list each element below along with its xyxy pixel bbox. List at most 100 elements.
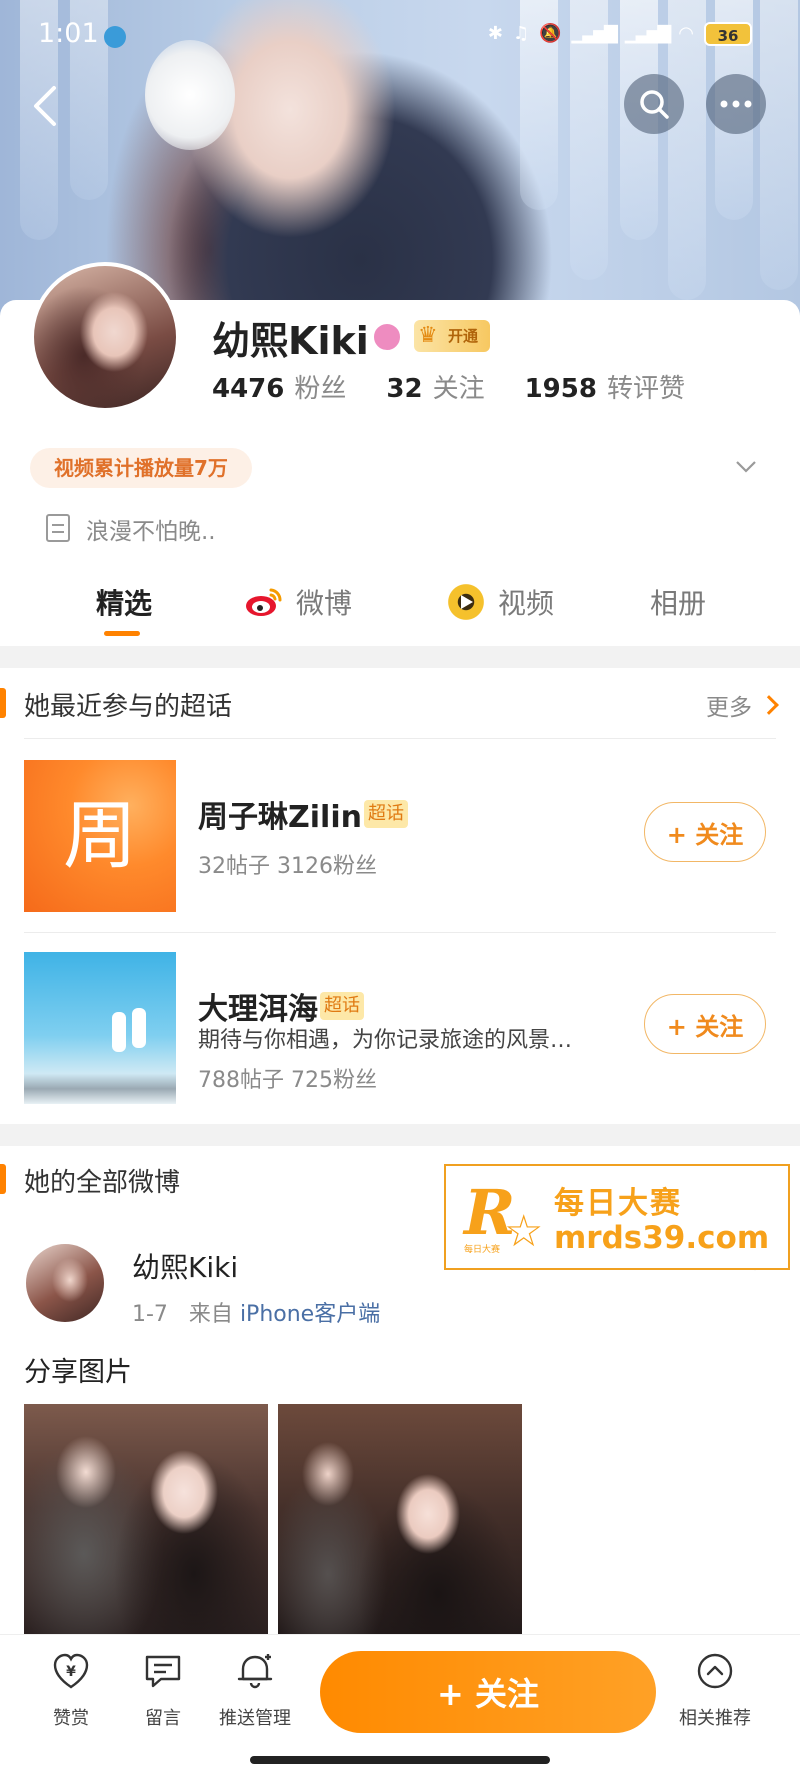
stat-num: 1958: [524, 374, 597, 404]
stat-label: 转评赞: [606, 374, 685, 404]
tab-label: 精选: [96, 587, 153, 620]
topic-thumbnail: 周: [24, 760, 176, 912]
more-dots-icon: [720, 100, 752, 108]
chevron-down-icon[interactable]: [734, 454, 758, 478]
reward-icon: ¥: [53, 1653, 89, 1689]
push-label: 推送管理: [219, 1708, 291, 1729]
vip-open-label: 开通: [448, 327, 479, 345]
earbuds-icon: ♫: [512, 23, 530, 44]
super-topics-header: 她最近参与的超话 更多: [0, 672, 800, 734]
post-text: 分享图片: [24, 1357, 132, 1388]
back-arrow-icon[interactable]: [28, 84, 64, 128]
message-button[interactable]: 留言: [118, 1651, 208, 1730]
telegram-icon: [104, 26, 126, 48]
section-title: 她最近参与的超话: [24, 692, 233, 722]
stat-label: 关注: [432, 374, 485, 404]
tab-label: 相册: [650, 587, 707, 620]
stat-following[interactable]: 32 关注: [386, 368, 484, 405]
chevron-right-icon: [759, 695, 779, 715]
post-author-avatar[interactable]: [26, 1244, 104, 1322]
tab-label: 微博: [296, 587, 353, 620]
watermark-logo: R ☆ 每日大赛 每日大赛 mrds39.com: [444, 1164, 790, 1270]
signal-icon: ▁▃▅▇: [571, 23, 618, 44]
divider-line: [24, 932, 776, 933]
section-divider: [0, 1124, 800, 1146]
watermark-title: 每日大赛: [554, 1186, 682, 1221]
super-topic-tag: 超话: [320, 992, 364, 1020]
mute-icon: 🔕: [539, 23, 562, 44]
play-count-tag[interactable]: 视频累计播放量7万: [30, 448, 252, 488]
crown-icon: ♛: [418, 323, 438, 348]
tab-featured[interactable]: 精选: [96, 582, 152, 622]
post-from-label: 来自: [188, 1302, 233, 1327]
thumbnail-figure: [132, 1008, 146, 1048]
profile-stats: 4476 粉丝 32 关注 1958 转评赞: [212, 368, 685, 405]
search-icon: [640, 90, 669, 119]
tab-active-indicator: [104, 631, 140, 636]
signal2-icon: ▁▃▅▇: [624, 23, 671, 44]
divider-line: [24, 738, 776, 739]
more-button[interactable]: [706, 74, 766, 134]
profile-tabs: 精选 微博 视频 相册: [0, 572, 800, 644]
avatar[interactable]: [30, 262, 180, 412]
super-topic-item[interactable]: 大理洱海 超话 期待与你相遇，为你记录旅途的风景… 788帖子 725粉丝 + 关…: [0, 952, 800, 1104]
stat-num: 4476: [212, 374, 285, 404]
push-settings-button[interactable]: 推送管理: [210, 1651, 300, 1730]
stat-num: 32: [386, 374, 423, 404]
status-bar: 1:01 ✱ ♫ 🔕 ▁▃▅▇ ▁▃▅▇ ◠ 36: [0, 0, 800, 72]
tab-album[interactable]: 相册: [650, 582, 706, 622]
more-link[interactable]: 更多: [706, 688, 779, 722]
vip-badge-icon[interactable]: [372, 322, 402, 352]
search-button[interactable]: [624, 74, 684, 134]
topic-name-row: 周子琳Zilin 超话: [198, 792, 408, 836]
section-accent-bar: [0, 688, 6, 718]
post-source[interactable]: iPhone客户端: [240, 1302, 380, 1327]
super-topic-tag: 超话: [363, 800, 408, 828]
watermark-url: mrds39.com: [554, 1220, 770, 1256]
stat-likes[interactable]: 1958 转评赞: [525, 368, 685, 405]
recommend-label: 相关推荐: [679, 1708, 751, 1729]
topic-thumbnail: [24, 952, 176, 1104]
stat-label: 粉丝: [294, 374, 347, 404]
super-topic-item[interactable]: 周 周子琳Zilin 超话 32帖子 3126粉丝 + 关注: [0, 760, 800, 912]
profile-name: 幼熙Kiki: [212, 319, 369, 363]
related-recommend-button[interactable]: 相关推荐: [670, 1651, 760, 1730]
push-icon: [237, 1654, 273, 1689]
video-icon: [446, 582, 486, 622]
status-time: 1:01: [38, 18, 99, 49]
wifi-icon: ◠: [678, 23, 694, 44]
star-icon: ☆: [504, 1206, 544, 1257]
tab-weibo[interactable]: 微博: [244, 582, 352, 622]
topic-description: 期待与你相遇，为你记录旅途的风景…: [198, 1028, 573, 1053]
tab-label: 视频: [498, 587, 555, 620]
vip-open-button[interactable]: ♛ 开通: [414, 320, 490, 352]
document-icon: [46, 514, 70, 542]
section-divider: [0, 646, 800, 668]
topic-meta: 32帖子 3126粉丝: [198, 854, 377, 879]
follow-topic-button[interactable]: + 关注: [644, 802, 766, 862]
follow-user-button[interactable]: + 关注: [320, 1651, 656, 1733]
post-photo[interactable]: [24, 1404, 268, 1636]
thumbnail-figure: [112, 1012, 126, 1052]
post-author-name[interactable]: 幼熙Kiki: [132, 1246, 238, 1286]
reward-button[interactable]: ¥ 赞赏: [26, 1651, 116, 1730]
section-title: 她的全部微博: [24, 1168, 181, 1198]
stat-fans[interactable]: 4476 粉丝: [212, 368, 346, 405]
message-label: 留言: [145, 1708, 181, 1729]
svg-text:¥: ¥: [66, 1664, 76, 1680]
follow-topic-button[interactable]: + 关注: [644, 994, 766, 1054]
watermark-small-text: 每日大赛: [464, 1245, 501, 1255]
profile-bio: 浪漫不怕晚..: [86, 519, 216, 545]
more-label: 更多: [706, 695, 752, 721]
message-icon: [145, 1655, 181, 1688]
tab-video[interactable]: 视频: [446, 582, 554, 622]
post-meta: 1-7 来自 iPhone客户端: [132, 1296, 380, 1328]
home-indicator[interactable]: [250, 1756, 550, 1764]
reward-label: 赞赏: [53, 1708, 89, 1729]
status-icons: ✱ ♫ 🔕 ▁▃▅▇ ▁▃▅▇ ◠ 36: [488, 22, 752, 46]
post-photo[interactable]: [278, 1404, 522, 1636]
battery-icon: 36: [704, 22, 752, 46]
section-accent-bar: [0, 1164, 6, 1194]
recommend-icon: [697, 1653, 733, 1689]
topic-name: 周子琳Zilin: [198, 800, 362, 835]
